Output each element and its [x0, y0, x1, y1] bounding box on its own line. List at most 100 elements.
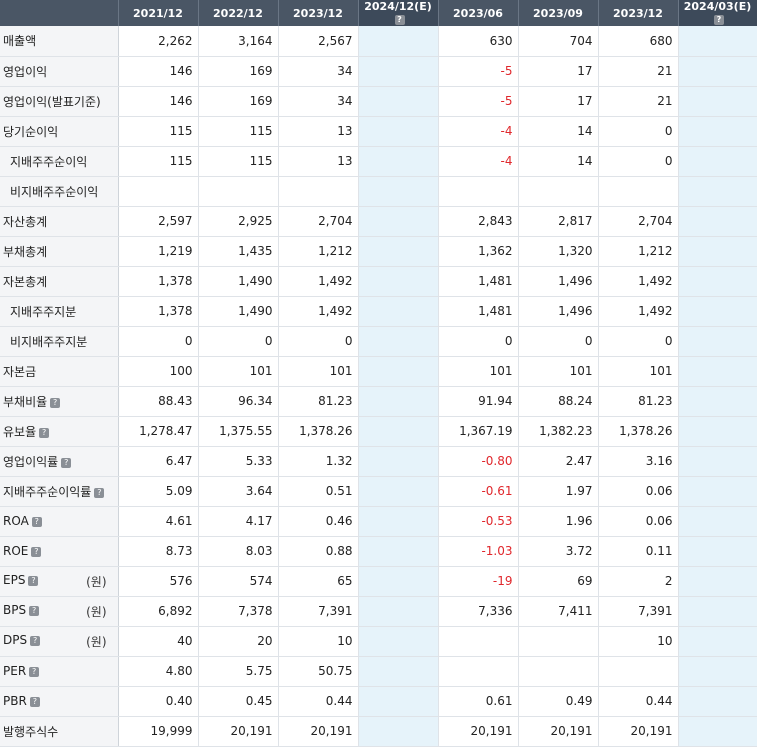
row-label: ROA?	[0, 506, 119, 537]
column-header: 2021/12	[118, 0, 199, 26]
table-cell: 3,164	[198, 26, 279, 57]
table-cell: 40	[118, 626, 199, 657]
help-icon[interactable]: ?	[394, 15, 405, 25]
row-label: 비지배주주지분	[0, 326, 119, 357]
row-label: DPS? (원)	[0, 626, 119, 657]
table-cell: 65	[278, 566, 359, 597]
table-cell: 2,262	[118, 26, 199, 57]
table-cell: -0.80	[438, 446, 519, 477]
table-cell	[518, 656, 599, 687]
help-icon[interactable]: ?	[39, 427, 50, 438]
table-cell: 0	[598, 116, 679, 147]
table-row: 유보율? 1,278.47 1,375.55 1,378.26 1,367.19 1,38…	[0, 416, 757, 447]
table-cell: 20,191	[438, 716, 519, 747]
table-cell: 0.11	[598, 536, 679, 567]
table-cell: 1,490	[198, 266, 279, 297]
row-label: PER?	[0, 656, 119, 687]
help-icon[interactable]: ?	[31, 517, 42, 527]
column-header-estimate: 2024/12(E)?	[358, 0, 439, 26]
table-cell: 0.51	[278, 476, 359, 507]
table-cell	[678, 26, 757, 57]
table-cell	[678, 716, 757, 747]
table-cell	[678, 116, 757, 147]
table-cell: 0.44	[278, 686, 359, 717]
table-cell: -4	[438, 146, 519, 177]
table-cell: 1,378.26	[598, 416, 679, 447]
help-icon[interactable]: ?	[61, 457, 72, 468]
help-icon[interactable]: ?	[28, 575, 39, 586]
table-cell: 5.09	[118, 476, 199, 507]
row-label: 지배주주순이익률?	[0, 476, 119, 507]
table-cell: 101	[438, 356, 519, 387]
table-cell: 20,191	[598, 716, 679, 747]
table-cell: 1,492	[278, 296, 359, 327]
table-cell: 0.40	[118, 686, 199, 717]
table-cell: 7,391	[278, 596, 359, 627]
row-label-text: BPS	[3, 602, 27, 617]
table-cell: -5	[438, 56, 519, 87]
table-cell: 69	[518, 566, 599, 597]
help-icon[interactable]: ?	[31, 547, 42, 557]
row-label: 비지배주주순이익	[0, 176, 119, 207]
table-cell: 1,212	[278, 236, 359, 267]
table-cell: 4.17	[198, 506, 279, 537]
table-row: 비지배주주지분 0 0 0 0 0 0	[0, 326, 757, 357]
column-header: 2023/09	[518, 0, 599, 26]
table-cell	[678, 446, 757, 477]
table-cell: 2,704	[278, 206, 359, 237]
table-cell: 17	[518, 86, 599, 117]
table-row: EPS? (원) 576 574 65 -19 69 2	[0, 566, 757, 597]
table-cell	[678, 416, 757, 447]
help-icon[interactable]: ?	[94, 487, 105, 498]
table-cell: 1,362	[438, 236, 519, 267]
table-row: 영업이익률? 6.47 5.33 1.32 -0.80 2.47 3.16	[0, 446, 757, 477]
table-cell	[278, 176, 359, 207]
table-cell: 2,817	[518, 206, 599, 237]
table-cell	[678, 686, 757, 717]
table-cell	[358, 326, 439, 357]
table-cell: 21	[598, 56, 679, 87]
table-cell	[198, 176, 279, 207]
table-cell: 34	[278, 56, 359, 87]
table-cell: 20,191	[518, 716, 599, 747]
help-icon[interactable]: ?	[29, 605, 40, 616]
table-cell: 101	[598, 356, 679, 387]
table-cell	[678, 476, 757, 507]
help-icon[interactable]: ?	[30, 635, 41, 646]
row-label-text: 지배주주순이익률	[3, 484, 92, 499]
table-cell	[358, 266, 439, 297]
table-cell: -1.03	[438, 536, 519, 567]
table-cell: 13	[278, 146, 359, 177]
help-icon[interactable]: ?	[29, 667, 40, 677]
table-row: ROE? 8.73 8.03 0.88 -1.03 3.72 0.11	[0, 536, 757, 567]
row-label-text: 자산총계	[3, 214, 48, 229]
help-icon[interactable]: ?	[29, 697, 40, 707]
table-cell	[438, 176, 519, 207]
table-cell	[678, 596, 757, 627]
row-label: BPS? (원)	[0, 596, 119, 627]
help-icon[interactable]: ?	[50, 397, 61, 408]
table-row: 지배주주순이익률? 5.09 3.64 0.51 -0.61 1.97 0.06	[0, 476, 757, 507]
table-cell: 13	[278, 116, 359, 147]
table-cell	[358, 566, 439, 597]
table-cell: 1.97	[518, 476, 599, 507]
row-label: 지배주주순이익	[0, 146, 119, 177]
table-cell: 34	[278, 86, 359, 117]
table-cell: 7,378	[198, 596, 279, 627]
table-cell	[358, 146, 439, 177]
table-cell: 0.06	[598, 506, 679, 537]
table-cell: 0.45	[198, 686, 279, 717]
table-cell: 0	[278, 326, 359, 357]
table-cell: 2.47	[518, 446, 599, 477]
table-cell: 1,278.47	[118, 416, 199, 447]
help-icon[interactable]: ?	[714, 15, 724, 25]
table-cell: 574	[198, 566, 279, 597]
table-cell: 1,492	[278, 266, 359, 297]
table-cell	[598, 656, 679, 687]
table-cell	[518, 176, 599, 207]
table-cell: 2,704	[598, 206, 679, 237]
row-label: 자산총계	[0, 206, 119, 237]
table-cell	[358, 386, 439, 417]
table-cell	[438, 626, 519, 657]
table-cell: 115	[118, 116, 199, 147]
